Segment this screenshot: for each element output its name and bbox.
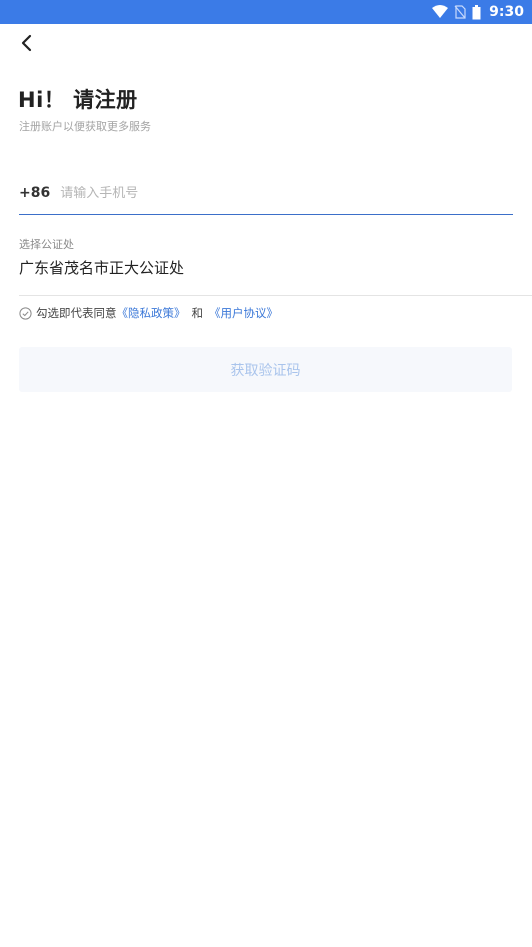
chevron-left-icon: [20, 34, 34, 56]
back-button[interactable]: [14, 32, 40, 58]
circle-check-icon[interactable]: [19, 306, 32, 320]
phone-input[interactable]: [60, 185, 513, 201]
status-time: 9:30: [489, 4, 524, 20]
get-code-label: 获取验证码: [230, 362, 301, 379]
notary-select[interactable]: 广东省茂名市正大公证处: [19, 257, 184, 278]
country-code[interactable]: +86: [19, 185, 50, 201]
agreement-and: 和: [191, 306, 204, 320]
wifi-icon: [432, 5, 449, 19]
notary-label: 选择公证处: [19, 238, 74, 251]
page-subtitle: 注册账户以便获取更多服务: [19, 120, 151, 133]
agreement-row: 勾选即代表同意 《隐私政策》 和 《用户协议》: [19, 305, 278, 321]
status-bar: 9:30: [0, 0, 532, 24]
privacy-policy-link[interactable]: 《隐私政策》: [117, 305, 186, 321]
get-code-button[interactable]: 获取验证码: [19, 347, 512, 392]
agreement-prefix: 勾选即代表同意: [36, 306, 117, 320]
phone-field: +86: [19, 178, 513, 215]
divider: [19, 295, 532, 296]
user-agreement-link[interactable]: 《用户协议》: [209, 305, 278, 321]
page-title: Hi！ 请注册: [18, 88, 138, 112]
battery-icon: [472, 4, 481, 20]
no-sim-icon: [454, 5, 466, 19]
